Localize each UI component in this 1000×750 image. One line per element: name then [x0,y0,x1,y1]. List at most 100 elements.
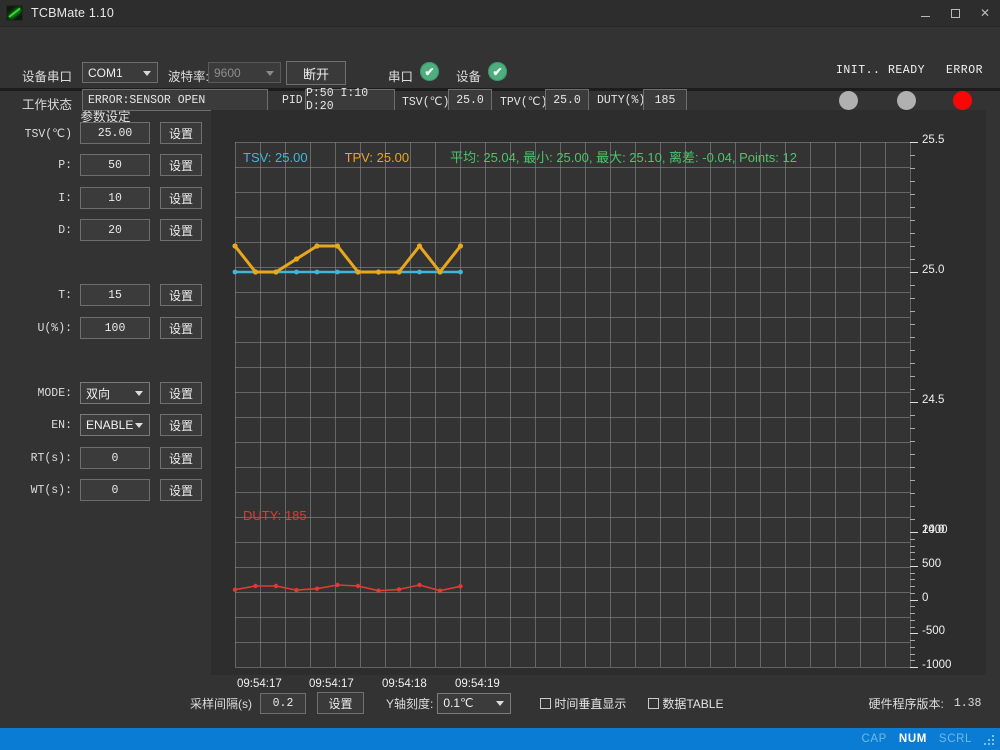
tsv-value-field: 25.0 [448,89,492,111]
axis-tick [910,506,915,507]
axis-tick [910,606,915,607]
indicator-label-init: INIT.. [836,64,880,77]
parameter-label: RT(s): [0,452,80,465]
duty-value-field: 185 [643,89,687,111]
y-axis-label: 25.5 [922,134,944,146]
series-point-duty [376,589,380,593]
series-point-duty [356,584,360,588]
axis-tick [910,168,915,169]
minimize-button[interactable] [910,0,940,27]
parameter-input[interactable]: 0 [80,479,150,501]
parameter-input[interactable]: 25.00 [80,122,150,144]
parameter-label: TSV(℃) [0,126,80,141]
sample-interval-input[interactable]: 0.2 [260,693,306,714]
vertical-time-label: 时间垂直显示 [554,695,626,712]
series-point-tsv [417,270,422,275]
parameter-select[interactable]: 双向 [80,382,150,404]
parameter-input[interactable]: 50 [80,154,150,176]
axis-tick [910,220,915,221]
axis-tick [910,194,915,195]
y-axis-label: 0 [922,592,928,604]
series-point-tpv [437,269,442,274]
series-point-duty [397,587,401,591]
sample-interval-set-button[interactable]: 设置 [317,692,364,714]
status-scrl-indicator: SCRL [939,733,972,745]
resize-grip-icon[interactable] [984,733,996,745]
series-point-tpv [232,243,237,248]
series-point-tpv [417,243,422,248]
series-line-duty [235,585,461,591]
disconnect-button[interactable]: 断开 [286,61,346,85]
parameter-set-button[interactable]: 设置 [160,414,202,436]
axis-tick [910,415,915,416]
parameter-row: WT(s):0设置 [0,479,211,501]
axis-tick [910,389,915,390]
parameter-row: D:20设置 [0,219,211,241]
parameter-row: P:50 设置 [0,154,211,176]
parameter-set-button[interactable]: 设置 [160,382,202,404]
parameter-row: I:10设置 [0,187,211,209]
chevron-down-icon [135,391,143,396]
y-axis-label: 24.5 [922,394,944,406]
sample-interval-label: 采样间隔(s) [190,695,252,712]
firmware-version-label: 硬件程序版本: [869,695,944,712]
vertical-time-checkbox[interactable]: 时间垂直显示 [540,695,626,712]
device-status-check-icon: ✔ [488,62,507,81]
axis-tick [910,539,915,540]
parameter-input[interactable]: 20 [80,219,150,241]
window-controls: ✕ [910,0,1000,27]
parameter-set-button[interactable]: 设置 [160,122,202,144]
parameter-input[interactable]: 10 [80,187,150,209]
parameter-panel: 参数设定 TSV(℃)25.00设置P:50设置I:10设置D:20设置T:15… [0,94,211,678]
axis-tick [910,532,918,533]
parameter-set-button[interactable]: 设置 [160,479,202,501]
parameter-set-button[interactable]: 设置 [160,447,202,469]
parameter-row: TSV(℃)25.00 设置 [0,122,211,144]
y-axis-label: -500 [922,625,945,637]
series-line-tpv [235,246,461,272]
axis-tick [910,311,915,312]
chevron-down-icon [496,701,504,706]
axis-tick [910,441,915,442]
axis-tick [910,627,915,628]
serial-status-check-icon: ✔ [420,62,439,81]
series-point-tpv [314,243,319,248]
parameter-select[interactable]: ENABLE [80,414,150,436]
series-point-duty [315,587,319,591]
baud-rate-select[interactable]: 9600 [208,62,281,83]
axis-tick [910,376,915,377]
axis-tick [910,660,915,661]
parameter-input[interactable]: 100 [80,317,150,339]
close-icon[interactable]: ✕ [970,0,1000,27]
device-port-label: 设备串口 [22,66,72,85]
axis-tick [910,467,915,468]
parameter-set-button[interactable]: 设置 [160,284,202,306]
y-scale-select[interactable]: 0.1℃ [437,693,511,714]
data-table-checkbox[interactable]: 数据TABLE [648,695,723,712]
parameter-set-button[interactable]: 设置 [160,219,202,241]
axis-tick [910,142,918,143]
parameter-label: P: [0,159,80,172]
axis-tick [910,667,918,668]
axis-tick [910,272,918,273]
window-title: TCBMate 1.10 [31,6,114,20]
parameter-input[interactable]: 0 [80,447,150,469]
device-port-select[interactable]: COM1 [82,62,158,83]
serial-status-label: 串口 [388,66,413,85]
axis-tick [910,493,915,494]
parameter-input[interactable]: 15 [80,284,150,306]
parameter-row: U(%):100设置 [0,317,211,339]
axis-tick [910,428,915,429]
y-axis-label: 1000 [922,524,948,536]
chart-plot-area[interactable]: TSV: 25.00 TPV: 25.00 平均: 25.04, 最小: 25.… [235,142,910,667]
axis-tick [910,593,915,594]
parameter-set-button[interactable]: 设置 [160,187,202,209]
axis-tick [910,350,915,351]
status-bar: CAP NUM SCRL [0,728,1000,750]
maximize-button[interactable] [940,0,970,27]
parameter-set-button[interactable]: 设置 [160,317,202,339]
status-cap-indicator: CAP [861,733,886,745]
series-point-tpv [294,256,299,261]
axis-tick [910,546,915,547]
parameter-set-button[interactable]: 设置 [160,154,202,176]
